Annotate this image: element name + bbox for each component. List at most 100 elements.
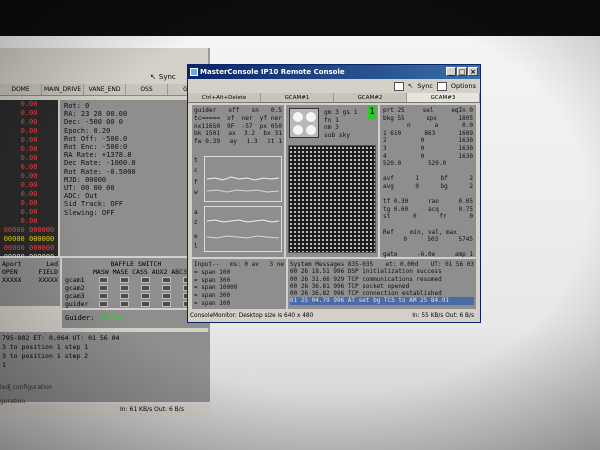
centroid-stat-cell: avg [383, 182, 394, 190]
options-button[interactable]: Options [451, 82, 476, 90]
switch-checkbox[interactable] [141, 285, 150, 291]
console-status-bar: ConsoleMonitor: Desktop size is 640 x 48… [188, 311, 480, 322]
limit-value: 0.00 [20, 172, 38, 180]
guider-stat-cell: 9F [227, 122, 235, 130]
guider-stat-row: fw 0.39 ay 1.3 it 1 [194, 138, 282, 146]
limit-value: 0.00 [20, 208, 38, 216]
console-tab[interactable]: Ctrl+Alt+Delete [188, 93, 261, 102]
guider-stats-panel: guider off sn 0.5 tc===== xf ner yf ner nx11650 9… [192, 105, 284, 153]
plot-label: f [194, 179, 198, 186]
centroid-stat-cell: bg [440, 182, 448, 190]
centroid-stat-row: 2 0 1630 [383, 137, 473, 145]
centroid-stat-cell: amp 1 [454, 251, 473, 259]
switch-checkbox[interactable] [99, 293, 108, 299]
switch-checkbox[interactable] [162, 293, 171, 299]
star-thumbnail-panel: gm 3 gs 1 fn 1 nm 3 sub sky 1 [286, 105, 378, 143]
switch-checkbox[interactable] [120, 293, 129, 299]
guider-stat-cell: 1.3 [246, 138, 258, 146]
tab-vane-end[interactable]: VANE_END [84, 84, 126, 95]
log-line: 795-802 ET: 0.064 UT: 01 56 04 [2, 334, 120, 342]
log-line: 3 to position 1 step 2 [2, 352, 89, 360]
port-status-panel: Aport Led OPEN FIELD XXXXX XXXXX [0, 258, 60, 306]
guider-stat-cell: guider [194, 107, 217, 114]
guider-stat-cell: ay [229, 138, 237, 146]
fullscreen-icon[interactable] [393, 81, 404, 91]
input-line: = span 100 [194, 268, 231, 276]
window-title-bar[interactable]: MasterConsole IP10 Remote Console _ □ × [188, 65, 480, 79]
telescope-status-line: Rot Enc: -500:0 [64, 143, 128, 152]
star-spot [293, 112, 303, 122]
centroid-stat-cell: 520.0 [383, 160, 402, 168]
log-line: 3 to position 1 step 1 [2, 343, 89, 351]
switch-row: gcam3 [65, 292, 207, 300]
centroid-stat-row: tf 0.30 rao 0.05 [383, 198, 473, 206]
tab-oss[interactable]: OSS [126, 84, 168, 95]
centroid-stat-cell: eqIn 0 [451, 107, 473, 114]
plot-label: z [194, 219, 198, 226]
centroid-stat-cell: 1 610 [383, 129, 402, 137]
centroid-stats-panel: prt 25 sel eqIn 0 bkg 55 spx 1805 n a 0.0 1 610 86… [380, 105, 476, 266]
aport-label: Aport [2, 260, 22, 268]
centroid-stat-cell: 4 [383, 152, 387, 160]
centroid-stat-row [383, 244, 473, 252]
centroid-stat-cell: 2 [469, 182, 473, 190]
switch-checkbox[interactable] [162, 285, 171, 291]
tab-main-drive[interactable]: MAIN_DRIVE [42, 84, 84, 95]
centroid-stat-cell: 0 [469, 213, 473, 221]
centroid-stat-cell: 0.0 [462, 122, 473, 130]
switch-checkbox[interactable] [141, 293, 150, 299]
switch-checkbox[interactable] [99, 277, 108, 283]
minimize-button[interactable]: _ [446, 67, 456, 76]
limit-value: 0.00 [20, 190, 38, 198]
guider-stat-row: guider off sn 0.5 [194, 107, 282, 115]
guider-stat-cell: px 050 [259, 122, 282, 130]
switch-checkbox[interactable] [120, 277, 129, 283]
system-message-line: 01 25 04.79 996 AT set bg TCS to AM 25 8… [290, 297, 474, 305]
guider-label: Guider: [65, 314, 95, 322]
system-message-line: 00 26 36.81 996 TCP socket opened [290, 282, 410, 290]
switch-row-label: guider [65, 300, 89, 308]
star-spot [306, 125, 316, 135]
star-field-panel [286, 143, 378, 257]
switch-checkbox[interactable] [141, 301, 150, 307]
centroid-stat-row [383, 221, 473, 229]
bg-sync-button[interactable]: Sync [159, 73, 176, 81]
star-field-image[interactable] [288, 145, 376, 253]
keyboard-icon[interactable] [436, 81, 447, 91]
switch-checkbox[interactable] [120, 285, 129, 291]
tab-dome[interactable]: DOME [0, 84, 42, 95]
cursor-icon: ↖ [407, 82, 414, 90]
centroid-stat-cell: 0 [412, 213, 417, 221]
centroid-stat-row [383, 191, 473, 199]
switch-checkbox[interactable] [99, 301, 108, 307]
input-line: = span 10000 [194, 284, 238, 292]
switch-checkbox[interactable] [162, 277, 171, 283]
switch-checkbox[interactable] [99, 285, 108, 291]
guider-stat-cell: 0.5 [270, 107, 282, 114]
close-button[interactable]: × [468, 67, 478, 76]
centroid-stat-row: 0 503 5745 [383, 236, 473, 244]
limit-value: 0.00 [20, 127, 38, 135]
centroid-stat-cell: Ref [383, 228, 394, 236]
guider-value[interactable]: MASW [101, 313, 123, 323]
centroid-stat-cell: 5745 [458, 236, 473, 244]
maximize-button[interactable]: □ [457, 67, 467, 76]
centroid-stat-cell: 0 [415, 182, 420, 190]
console-tab[interactable]: GCAM#2 [334, 93, 407, 102]
switch-checkbox[interactable] [120, 301, 129, 307]
centroid-stat-cell: rao [428, 198, 439, 206]
input-title: Input-- [194, 261, 220, 268]
sync-button[interactable]: Sync [417, 82, 433, 90]
switch-checkbox[interactable] [141, 277, 150, 283]
console-tab[interactable]: GCAM#3 [407, 93, 480, 102]
console-tab[interactable]: GCAM#1 [261, 93, 334, 102]
switch-checkbox[interactable] [162, 301, 171, 307]
telescope-status-line: Rot Rate: -0.5000 [64, 167, 136, 176]
centroid-stat-cell: gate [383, 251, 398, 259]
log-line: 1 [2, 361, 6, 369]
centroid-stat-cell: avf [383, 175, 394, 183]
guider-stat-cell: tc===== [194, 114, 221, 122]
thumbnail-info-line: gm 3 gs 1 [324, 109, 358, 116]
telescope-status-line: Epoch: 0.20 [64, 126, 111, 135]
guider-stat-row: nx11650 9F -57 px 050 [194, 123, 282, 131]
